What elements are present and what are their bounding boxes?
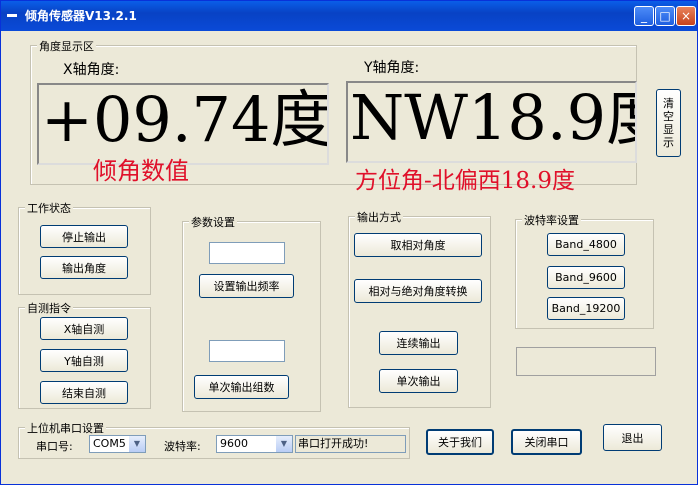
minimize-button[interactable]: _	[634, 6, 654, 26]
chevron-down-icon[interactable]: ▼	[129, 436, 145, 452]
angle-conversion-button[interactable]: 相对与绝对角度转换	[354, 279, 482, 303]
baud-rate-select[interactable]: 9600 ▼	[216, 435, 293, 453]
baud-rate-label: 波特率:	[164, 440, 201, 453]
output-angle-button[interactable]: 输出角度	[40, 256, 128, 279]
baud-19200-button[interactable]: Band_19200	[547, 297, 625, 320]
azimuth-annotation: 方位角-北偏西18.9度	[355, 168, 575, 194]
window-title: 倾角传感器V13.2.1	[25, 9, 137, 23]
close-port-button[interactable]: 关闭串口	[511, 429, 582, 455]
x-axis-self-test-button[interactable]: X轴自测	[40, 317, 128, 340]
y-angle-display: NW18.9度	[346, 81, 637, 163]
chevron-down-icon[interactable]: ▼	[276, 436, 292, 452]
self-test-group-title: 自测指令	[25, 300, 73, 316]
baud-9600-button[interactable]: Band_9600	[547, 266, 625, 289]
set-output-frequency-button[interactable]: 设置输出频率	[199, 274, 294, 298]
port-label: 串口号:	[36, 440, 73, 453]
stop-output-button[interactable]: 停止输出	[40, 225, 128, 248]
baud-rate-select-value: 9600	[220, 437, 248, 450]
baud-4800-button[interactable]: Band_4800	[547, 233, 625, 256]
clear-display-button[interactable]: 清空显示	[656, 89, 681, 157]
serial-status-field: 串口打开成功!	[295, 435, 406, 453]
serial-settings-group-title: 上位机串口设置	[25, 420, 106, 436]
baud-settings-group-title: 波特率设置	[522, 212, 581, 228]
port-select-value: COM5	[93, 437, 126, 450]
single-output-groups-button[interactable]: 单次输出组数	[194, 375, 289, 399]
continuous-output-button[interactable]: 连续输出	[379, 331, 458, 355]
exit-button[interactable]: 退出	[603, 424, 662, 451]
y-axis-self-test-button[interactable]: Y轴自测	[40, 349, 128, 372]
x-angle-label: X轴角度:	[63, 62, 120, 78]
params-group-title: 参数设置	[189, 214, 237, 230]
maximize-button[interactable]: □	[655, 6, 675, 26]
app-icon	[7, 14, 17, 17]
output-group-count-input[interactable]	[209, 340, 285, 362]
relative-angle-button[interactable]: 取相对角度	[354, 233, 482, 257]
angle-display-group-title: 角度显示区	[37, 38, 96, 54]
status-box	[516, 347, 656, 376]
single-output-button[interactable]: 单次输出	[379, 369, 458, 393]
work-status-group-title: 工作状态	[25, 200, 73, 216]
port-select[interactable]: COM5 ▼	[89, 435, 146, 453]
output-mode-group-title: 输出方式	[355, 209, 403, 225]
tilt-value-annotation: 倾角数值	[93, 157, 189, 185]
end-self-test-button[interactable]: 结束自测	[40, 381, 128, 404]
close-button[interactable]: ×	[676, 6, 696, 26]
output-frequency-input[interactable]	[209, 242, 285, 264]
y-angle-label: Y轴角度:	[364, 60, 420, 76]
main-window: 倾角传感器V13.2.1 _ □ × 角度显示区 X轴角度: Y轴角度: +09…	[0, 0, 698, 485]
work-status-group: 工作状态	[18, 200, 151, 295]
about-us-button[interactable]: 关于我们	[426, 429, 494, 455]
title-bar[interactable]: 倾角传感器V13.2.1 _ □ ×	[1, 1, 697, 31]
